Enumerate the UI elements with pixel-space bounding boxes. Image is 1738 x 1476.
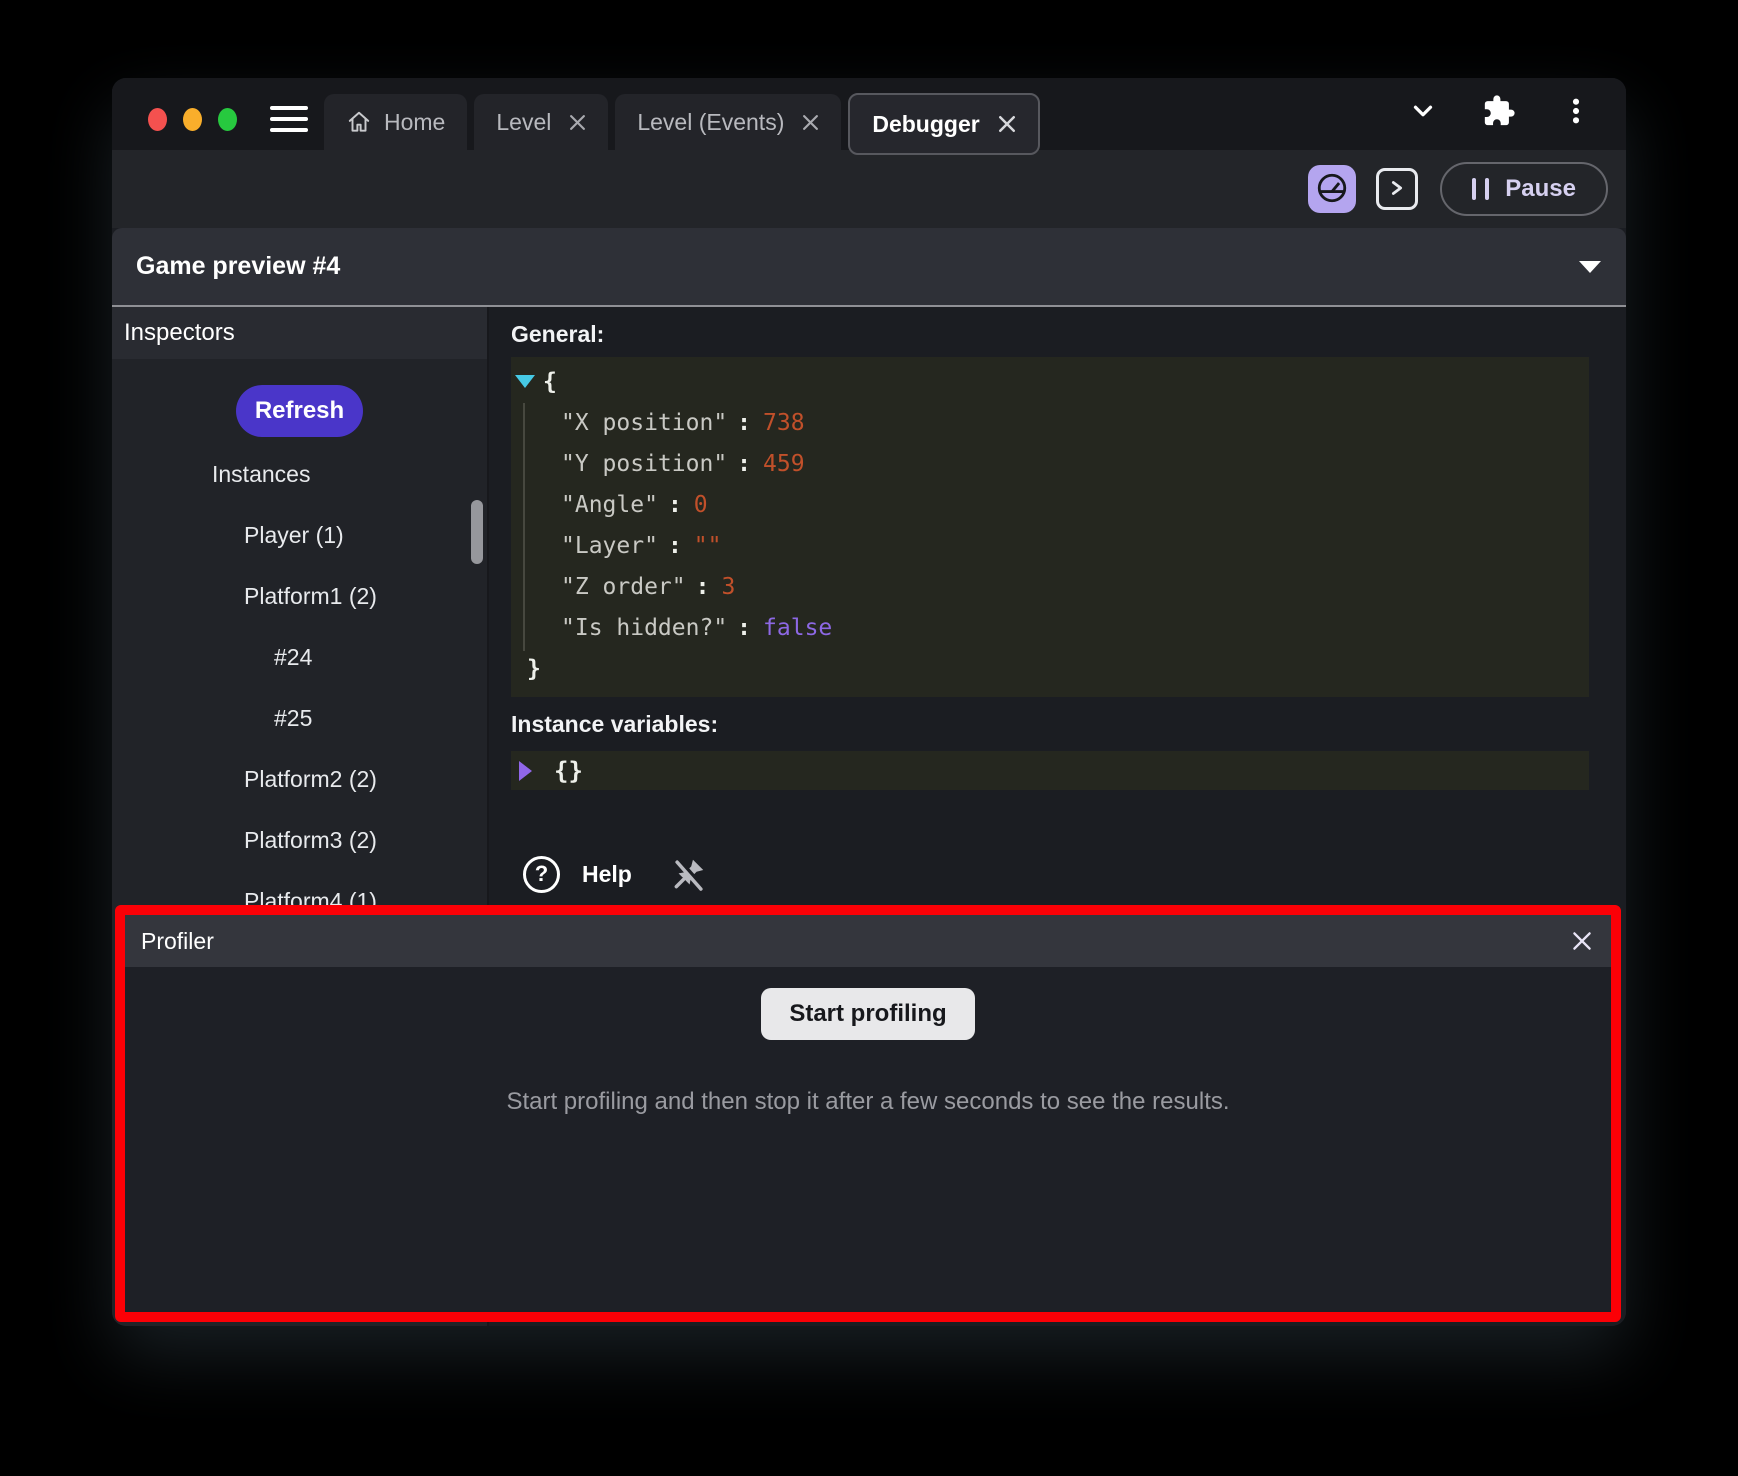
tree-item-platform3[interactable]: Platform3 (2) xyxy=(112,810,487,871)
property-row-y-position: "Y position":459 xyxy=(513,443,1589,484)
kebab-menu-icon[interactable] xyxy=(1560,95,1592,127)
instance-variables-value: {} xyxy=(554,757,583,785)
close-icon[interactable] xyxy=(1569,928,1595,954)
tree-item-platform1[interactable]: Platform1 (2) xyxy=(112,566,487,627)
console-icon xyxy=(1386,177,1408,202)
tab-bar: Home Level Level (Events) Debugger xyxy=(324,88,1040,150)
debugger-window: Home Level Level (Events) Debugger xyxy=(112,78,1626,1326)
instance-variables-label: Instance variables: xyxy=(511,711,718,738)
home-icon xyxy=(346,109,372,135)
profiler-title: Profiler xyxy=(141,928,1569,955)
property-row-z-order: "Z order":3 xyxy=(513,566,1589,607)
console-button[interactable] xyxy=(1376,168,1418,210)
gauge-icon xyxy=(1315,171,1349,208)
close-icon[interactable] xyxy=(998,115,1016,133)
property-row-angle: "Angle":0 xyxy=(513,484,1589,525)
tree-item-platform2[interactable]: Platform2 (2) xyxy=(112,749,487,810)
tree-item-player[interactable]: Player (1) xyxy=(112,505,487,566)
profiler-header: Profiler xyxy=(125,915,1611,967)
close-icon[interactable] xyxy=(802,114,819,131)
tab-label: Level (Events) xyxy=(637,109,784,136)
caret-down-icon[interactable] xyxy=(1578,260,1602,274)
pause-label: Pause xyxy=(1505,175,1576,203)
tree-item-instance-24[interactable]: #24 xyxy=(112,627,487,688)
tree-item-instances[interactable]: Instances xyxy=(112,444,487,505)
window-controls xyxy=(148,108,237,131)
tree-collapsed-icon[interactable] xyxy=(519,761,532,781)
tab-level[interactable]: Level xyxy=(474,94,608,150)
profiler-toggle-button[interactable] xyxy=(1308,165,1356,213)
titlebar-right-icons xyxy=(1408,94,1592,128)
pause-icon xyxy=(1472,178,1489,200)
debugger-toolbar: Pause xyxy=(112,150,1626,228)
profiler-body: Start profiling Start profiling and then… xyxy=(125,967,1611,1312)
sidebar-scrollbar[interactable] xyxy=(471,500,483,564)
tab-label: Debugger xyxy=(872,111,979,138)
property-row-x-position: "X position":738 xyxy=(513,402,1589,443)
profiler-description: Start profiling and then stop it after a… xyxy=(506,1088,1229,1116)
tab-label: Level xyxy=(496,109,551,136)
close-brace: } xyxy=(527,656,541,682)
general-properties-json: { "X position":738 "Y position":459 "Ang… xyxy=(511,357,1589,697)
pin-off-icon[interactable] xyxy=(670,855,708,893)
tab-label: Home xyxy=(384,109,445,136)
zoom-window-button[interactable] xyxy=(218,108,237,131)
refresh-button[interactable]: Refresh xyxy=(236,385,363,437)
tree-expanded-icon[interactable] xyxy=(515,375,535,388)
help-row: ? Help xyxy=(523,855,708,893)
property-row-layer: "Layer":"" xyxy=(513,525,1589,566)
game-preview-title: Game preview #4 xyxy=(136,252,1578,281)
help-label: Help xyxy=(582,861,632,888)
general-section-label: General: xyxy=(511,321,604,348)
tab-home[interactable]: Home xyxy=(324,94,467,150)
tab-debugger[interactable]: Debugger xyxy=(848,93,1039,155)
puzzle-icon[interactable] xyxy=(1482,94,1516,128)
titlebar: Home Level Level (Events) Debugger xyxy=(112,78,1626,150)
instances-tree: Instances Player (1) Platform1 (2) #24 #… xyxy=(112,444,487,932)
inspectors-header: Inspectors xyxy=(112,307,487,359)
open-brace: { xyxy=(543,369,557,395)
menu-icon[interactable] xyxy=(270,106,308,132)
instance-variables-json: {} xyxy=(511,751,1589,790)
tab-level-events[interactable]: Level (Events) xyxy=(615,94,841,150)
profiler-panel: Profiler Start profiling Start profiling… xyxy=(115,905,1621,1322)
game-preview-header[interactable]: Game preview #4 xyxy=(112,228,1626,307)
close-window-button[interactable] xyxy=(148,108,167,131)
start-profiling-button[interactable]: Start profiling xyxy=(761,988,974,1040)
chevron-down-icon[interactable] xyxy=(1408,96,1438,126)
minimize-window-button[interactable] xyxy=(183,108,202,131)
tree-item-instance-25[interactable]: #25 xyxy=(112,688,487,749)
close-icon[interactable] xyxy=(569,114,586,131)
property-row-is-hidden: "Is hidden?":false xyxy=(513,607,1589,648)
pause-button[interactable]: Pause xyxy=(1440,162,1608,216)
help-icon[interactable]: ? xyxy=(523,856,560,893)
